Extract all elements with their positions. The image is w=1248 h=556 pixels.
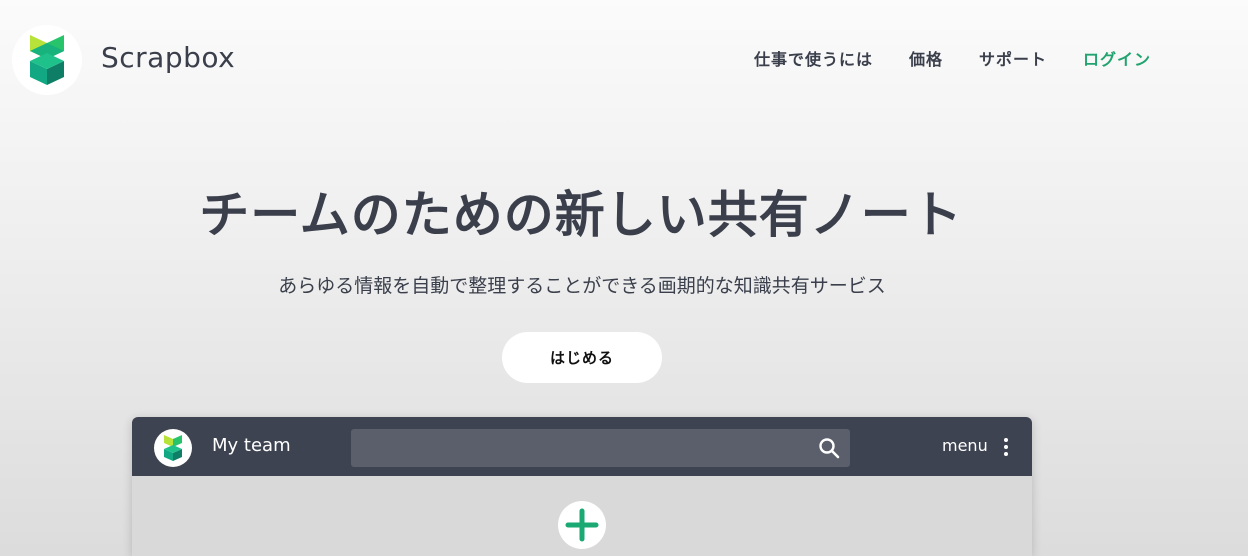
scrapbox-logo-icon[interactable] — [12, 25, 82, 95]
app-content-area — [132, 476, 1032, 556]
app-header-bar: My team menu — [132, 417, 1032, 476]
hero-title: チームのための新しい共有ノート — [199, 186, 963, 244]
site-header: Scrapbox 仕事で使うには 価格 サポート ログイン — [0, 0, 1248, 120]
nav-item-pricing[interactable]: 価格 — [909, 48, 943, 72]
menu-button[interactable]: menu — [942, 435, 988, 457]
team-name[interactable]: My team — [212, 434, 291, 458]
brand-name[interactable]: Scrapbox — [101, 40, 235, 76]
search-input[interactable] — [351, 429, 801, 467]
scrapbox-logo-icon[interactable] — [154, 429, 192, 467]
start-button[interactable]: はじめる — [502, 332, 662, 383]
search-icon[interactable] — [818, 437, 840, 459]
nav-item-login[interactable]: ログイン — [1083, 48, 1151, 72]
app-preview: My team menu — [132, 417, 1032, 556]
top-nav: 仕事で使うには 価格 サポート ログイン — [754, 48, 1151, 72]
plus-icon — [565, 508, 599, 542]
kebab-menu-icon[interactable] — [1001, 437, 1011, 457]
nav-item-business[interactable]: 仕事で使うには — [754, 48, 873, 72]
hero-subtitle: あらゆる情報を自動で整理することができる画期的な知識共有サービス — [278, 275, 886, 297]
search-box — [351, 429, 850, 467]
new-page-button[interactable] — [558, 501, 606, 549]
nav-item-support[interactable]: サポート — [979, 48, 1047, 72]
